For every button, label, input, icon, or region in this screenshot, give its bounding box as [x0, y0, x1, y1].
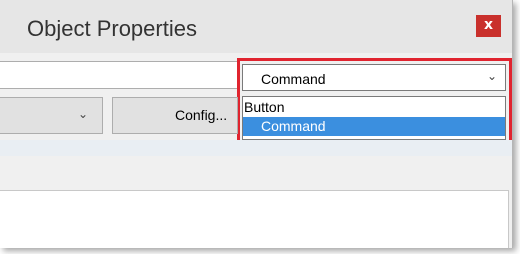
close-button[interactable]: x: [476, 15, 501, 37]
text-field[interactable]: [0, 61, 239, 89]
command-combo[interactable]: Command ⌄: [242, 64, 506, 91]
chevron-down-icon[interactable]: ⌄: [78, 107, 88, 121]
window-title: Object Properties: [27, 16, 197, 41]
combo-selected-value: Command: [261, 71, 326, 87]
left-combo[interactable]: ⌄: [0, 97, 103, 134]
dropdown-option-button[interactable]: Button: [243, 98, 505, 117]
object-properties-window: Object Properties x Command ⌄ Button Com…: [0, 0, 513, 248]
config-button[interactable]: Config...: [112, 97, 238, 134]
dropdown-option-command[interactable]: Command: [243, 117, 505, 136]
dropdown-list: Button Command: [242, 96, 506, 140]
content-panel: [0, 190, 509, 248]
chevron-down-icon[interactable]: ⌄: [487, 69, 497, 83]
section-band: [0, 140, 512, 156]
config-button-label: Config...: [175, 107, 228, 123]
title-bar: Object Properties x: [0, 0, 512, 53]
